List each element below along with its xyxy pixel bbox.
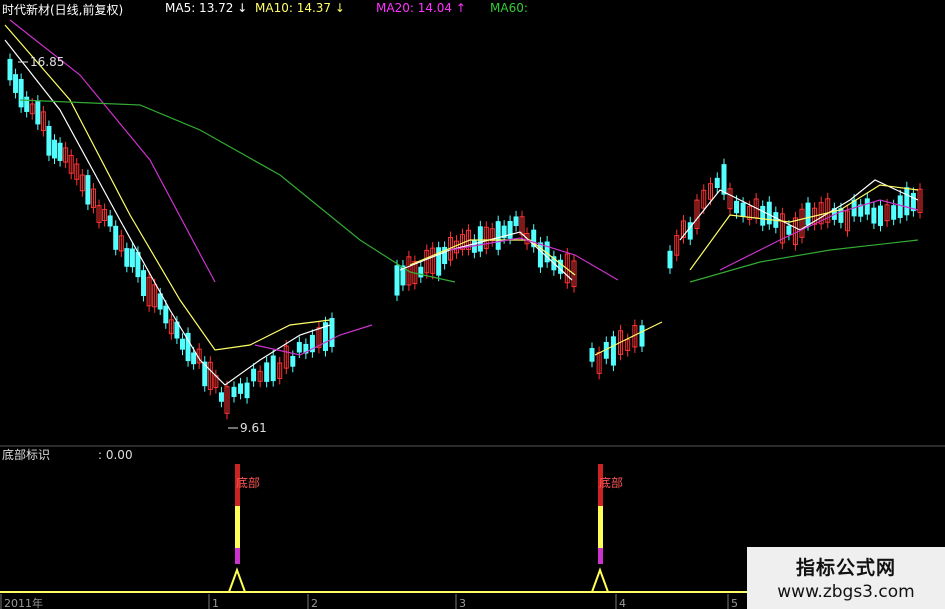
candle-body xyxy=(264,362,270,382)
candle-body xyxy=(13,74,19,93)
ma-legend-2: MA10: 14.37 ↓ xyxy=(255,1,345,15)
ma-legend-4: MA60: xyxy=(490,1,528,15)
candle-body xyxy=(871,207,877,224)
ma-legend-3: MA20: 14.04 ↑ xyxy=(376,1,466,15)
candle-body xyxy=(721,164,727,195)
candle-body xyxy=(589,348,595,362)
chart-canvas: 2011年 1 2 3 4 5 xyxy=(0,19,945,609)
candle-body xyxy=(760,205,766,226)
candle-body xyxy=(766,201,772,225)
axis-label: 4 xyxy=(619,597,626,609)
time-axis: 2011年 1 2 3 4 5 xyxy=(0,594,738,609)
ma5-line xyxy=(4,39,331,386)
axis-label: 1 xyxy=(212,597,219,609)
site-watermark: 指标公式网 www.zbgs3.com xyxy=(747,547,945,609)
candle-body xyxy=(495,221,501,250)
ma60-line xyxy=(19,99,456,283)
candle-body xyxy=(57,142,63,161)
candle-body xyxy=(231,386,237,397)
candle-body xyxy=(864,198,870,215)
candle-body xyxy=(610,336,616,366)
axis-label: 5 xyxy=(731,597,738,609)
candle-body xyxy=(85,175,91,205)
candle-body xyxy=(18,79,24,108)
watermark-url: www.zbgs3.com xyxy=(777,582,915,602)
signal-bar-magenta-1 xyxy=(235,548,240,564)
ma-legend-1: MA5: 13.72 ↓ xyxy=(165,1,248,15)
candle-body xyxy=(163,305,169,324)
candle-body xyxy=(891,205,897,220)
candle-body xyxy=(786,225,792,235)
candle-body xyxy=(157,293,163,310)
candle-body xyxy=(7,58,13,81)
candlestick-series xyxy=(7,53,923,420)
axis-label: 3 xyxy=(459,597,466,609)
chart-title: 时代新材(日线,前复权) xyxy=(2,3,124,17)
axis-label: 2 xyxy=(311,597,318,609)
candle-body xyxy=(477,226,483,252)
candle-body xyxy=(107,215,113,227)
candle-body xyxy=(394,265,400,296)
candle-body xyxy=(667,250,673,269)
signal-bar-red-2 xyxy=(598,464,603,506)
candle-body xyxy=(113,225,119,250)
candle-body xyxy=(897,195,903,218)
ma60-line-b xyxy=(689,239,919,283)
candle-body xyxy=(740,202,746,218)
candle-body xyxy=(52,139,58,159)
candle-body xyxy=(238,383,244,394)
candle-body xyxy=(270,355,276,382)
ma20-line xyxy=(9,19,216,283)
candle-body xyxy=(639,325,645,347)
candle-body xyxy=(877,205,883,226)
signal-bar-magenta-2 xyxy=(598,548,603,564)
candle-body xyxy=(244,382,250,399)
candle-body xyxy=(218,392,224,402)
candle-body xyxy=(251,368,257,382)
axis-label: 2011年 xyxy=(4,596,43,609)
signal-bar-yellow-2 xyxy=(598,506,603,548)
candle-body xyxy=(191,352,197,365)
watermark-name: 指标公式网 xyxy=(795,557,896,579)
signal-peak-2 xyxy=(591,567,609,593)
candle-body xyxy=(129,248,135,268)
candle-body xyxy=(805,202,811,226)
signal-bar-yellow-1 xyxy=(235,506,240,548)
candle-body xyxy=(734,200,740,214)
candle-body xyxy=(46,125,52,156)
signal-peak-1 xyxy=(228,567,246,593)
candle-body xyxy=(418,266,424,278)
signal-bar-red-1 xyxy=(235,464,240,506)
moving-average-lines xyxy=(4,19,919,386)
candle-body xyxy=(124,248,130,267)
candle-body xyxy=(507,220,513,239)
ma10-line xyxy=(4,24,331,351)
candle-body xyxy=(329,318,335,347)
candle-body xyxy=(179,338,185,350)
candle-body xyxy=(296,342,302,353)
candle-body xyxy=(24,96,30,112)
candle-body xyxy=(290,355,296,367)
candle-body xyxy=(904,187,910,216)
candle-body xyxy=(141,270,147,297)
candle-body xyxy=(35,100,41,125)
candle-body xyxy=(714,177,720,188)
candle-body xyxy=(513,216,519,227)
